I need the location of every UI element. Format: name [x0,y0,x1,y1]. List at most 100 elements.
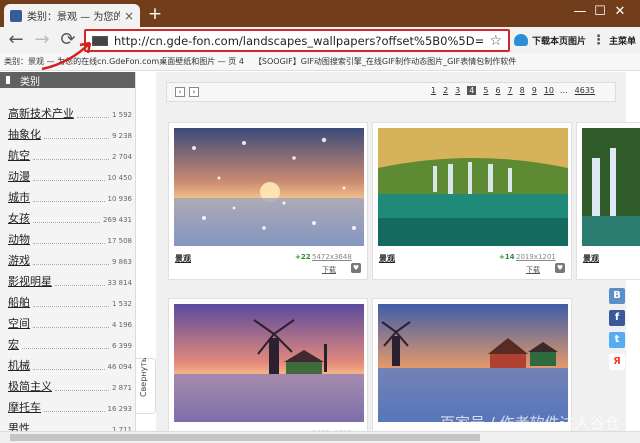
leader-dots [33,264,109,265]
category-name[interactable]: 船舶 [8,294,30,310]
page-link[interactable]: 9 [532,86,537,95]
wallpaper-thumbnail[interactable] [378,128,568,246]
wallpaper-title[interactable]: 景观 [583,253,599,264]
category-name[interactable]: 极简主义 [8,378,52,394]
leader-dots [33,180,105,181]
leader-dots [33,306,109,307]
page-link[interactable]: 1 [431,86,436,95]
category-count: 2 704 [111,153,132,161]
last-page-link[interactable]: 4635 [575,86,595,95]
category-link[interactable]: 宏 6 399 [8,331,132,352]
category-link[interactable]: 空间 4 196 [8,310,132,331]
address-bar[interactable]: http://cn.gde-fon.com/landscapes_wallpap… [84,29,510,52]
wallpaper-resolution[interactable]: 5472x3648 [312,253,352,261]
wallpaper-rating: +22 [295,253,311,261]
category-link[interactable]: 动漫 10 450 [8,163,132,184]
category-link[interactable]: 城市 10 936 [8,184,132,205]
category-link[interactable]: 极简主义 2 871 [8,373,132,394]
category-link[interactable]: 抽象化 9 238 [8,121,132,142]
wallpaper-thumbnail[interactable] [582,128,640,246]
category-sidebar: 类别 高新技术产业 1 592 抽象化 9 238 航空 2 704 动漫 10 450… [0,72,136,443]
pager-ellipsis: ... [560,86,568,95]
category-link[interactable]: 游戏 9 863 [8,247,132,268]
page-link[interactable]: 5 [483,86,488,95]
wallpaper-thumbnail[interactable] [378,304,568,422]
category-name[interactable]: 动物 [8,231,30,247]
scrollbar-thumb[interactable] [10,434,480,441]
wallpaper-card: 景观 [576,122,640,280]
leader-dots [33,222,101,223]
url-text[interactable]: http://cn.gde-fon.com/landscapes_wallpap… [114,34,485,48]
category-name[interactable]: 游戏 [8,252,30,268]
page-link[interactable]: 2 [443,86,448,95]
category-link[interactable]: 摩托车 16 293 [8,394,132,415]
browser-tab[interactable]: 类别：景观 — 为您的在 × [4,4,140,27]
category-name[interactable]: 城市 [8,189,30,205]
cloud-download-icon [514,34,528,46]
category-link[interactable]: 影视明星 33 814 [8,268,132,289]
new-tab-button[interactable]: + [146,4,164,24]
twitter-share-icon[interactable]: t [609,332,625,348]
category-link[interactable]: 航空 2 704 [8,142,132,163]
category-name[interactable]: 抽象化 [8,126,41,142]
category-name[interactable]: 宏 [8,336,19,352]
bookmark-star-icon[interactable]: ☆ [489,33,502,49]
leader-dots [22,348,109,349]
main-menu-button[interactable]: ⋮ 主菜单 [592,31,636,49]
site-favicon-icon [10,9,22,22]
leader-dots [44,138,109,139]
wallpaper-title[interactable]: 景观 [379,253,395,264]
leader-dots [55,285,105,286]
next-page-button[interactable]: › [189,87,199,97]
category-count: 9 863 [111,258,132,266]
leader-dots [33,369,105,370]
category-link[interactable]: 船舶 1 532 [8,289,132,310]
category-link[interactable]: 动物 17 508 [8,226,132,247]
yandex-share-icon[interactable]: Я [609,354,625,370]
category-name[interactable]: 女孩 [8,210,30,226]
browser-titlebar: 类别：景观 — 为您的在 × + — ☐ ✕ [0,0,640,27]
facebook-share-icon[interactable]: f [609,310,625,326]
close-window-button[interactable]: ✕ [600,0,640,24]
tab-close-icon[interactable]: × [124,9,134,23]
favorite-heart-icon[interactable]: ♥ [351,263,361,273]
page-numbers: 1 2 3 4 5 6 7 8 9 10 ... 4635 [424,86,595,95]
category-count: 46 094 [107,363,133,371]
category-name[interactable]: 摩托车 [8,399,41,415]
category-name[interactable]: 航空 [8,147,30,163]
collapse-label: Свернуть [139,357,148,397]
download-link[interactable]: 下载 [322,265,336,275]
favorite-heart-icon[interactable]: ♥ [555,263,565,273]
page-link[interactable]: 3 [455,86,460,95]
download-page-images-button[interactable]: 下载本页图片 [514,31,586,49]
category-name[interactable]: 动漫 [8,168,30,184]
leader-dots [77,117,109,118]
category-count: 10 450 [107,174,133,182]
category-name[interactable]: 高新技术产业 [8,105,74,121]
page-link[interactable]: 7 [508,86,513,95]
sidebar-header: 类别 [0,72,135,88]
category-name[interactable]: 机械 [8,357,30,373]
page-link[interactable]: 8 [520,86,525,95]
wallpaper-title[interactable]: 景观 [175,253,191,264]
category-name[interactable]: 空间 [8,315,30,331]
page-link[interactable]: 10 [544,86,554,95]
bookmark-item[interactable]: 【SOOGIF】GIF动图搜索引擎_在线GIF制作动态图片_GIF表情包制作软件 [254,56,516,67]
collapse-sidebar-tab[interactable]: Свернуть [136,357,156,414]
pagination-bar: ‹ › 1 2 3 4 5 6 7 8 9 10 ... 4635 [166,82,616,102]
leader-dots [33,159,109,160]
category-link[interactable]: 机械 46 094 [8,352,132,373]
wallpaper-thumbnail[interactable] [174,128,364,246]
back-button[interactable]: ← [5,29,27,51]
category-link[interactable]: 高新技术产业 1 592 [8,100,132,121]
page-link[interactable]: 6 [495,86,500,95]
wallpaper-resolution[interactable]: 2019x1201 [516,253,556,261]
category-link[interactable]: 女孩 269 431 [8,205,132,226]
category-name[interactable]: 影视明星 [8,273,52,289]
download-link[interactable]: 下载 [526,265,540,275]
watermark-text: 百家号 / 作者软件达人谷仓 [440,414,620,432]
bookmark-share-icon[interactable]: B [609,288,625,304]
prev-page-button[interactable]: ‹ [175,87,185,97]
wallpaper-thumbnail[interactable] [174,304,364,422]
category-count: 9 238 [111,132,132,140]
